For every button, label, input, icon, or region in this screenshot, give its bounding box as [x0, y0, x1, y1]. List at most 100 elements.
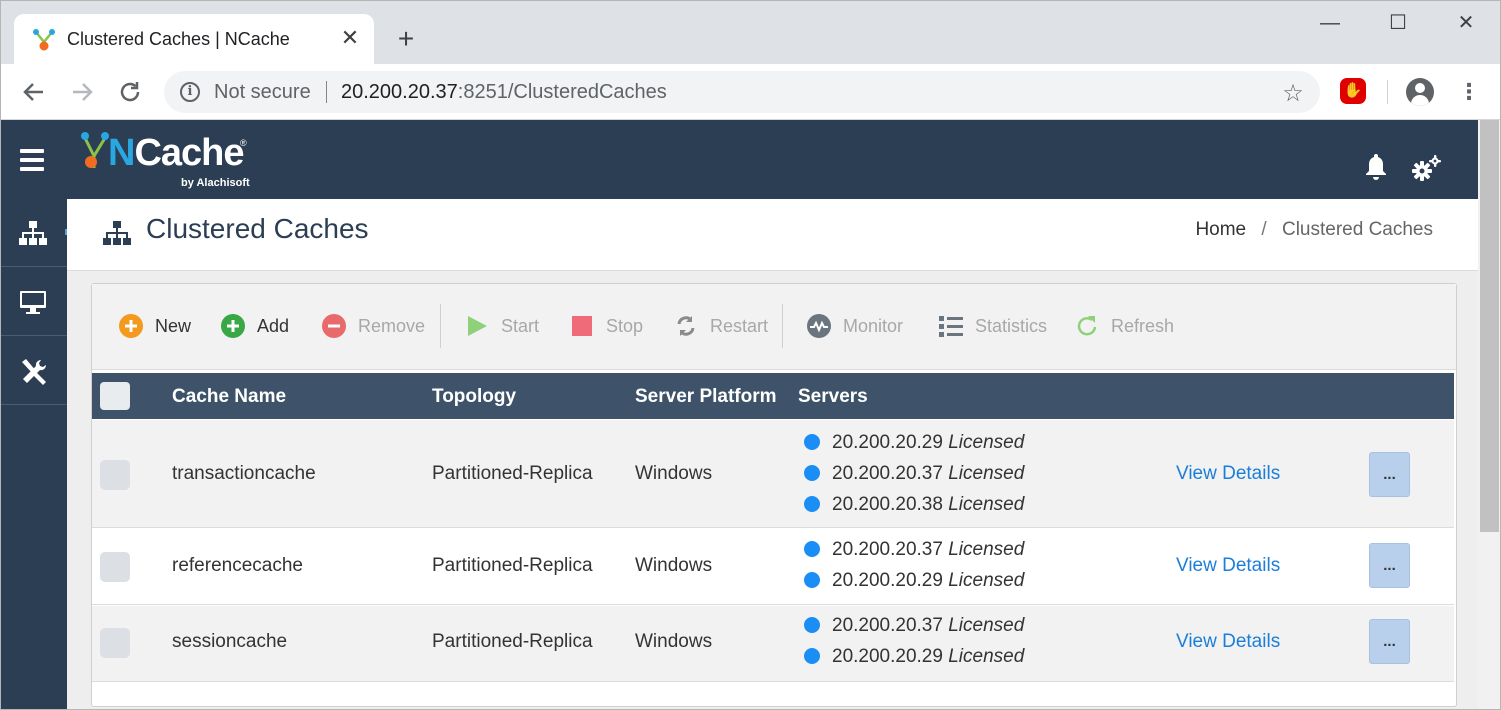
sidebar-item-tools[interactable]: [0, 337, 67, 405]
view-details-link[interactable]: View Details: [1176, 631, 1280, 653]
breadcrumb-home-link[interactable]: Home: [1195, 219, 1246, 240]
cache-name: transactioncache: [172, 463, 316, 484]
server-entry: 20.200.20.38 Licensed: [804, 494, 1024, 518]
browser-tabstrip: Clustered Caches | NCache ✕ + — ☐ ✕: [0, 0, 1501, 64]
start-button[interactable]: Start: [465, 313, 539, 339]
toolbar-divider: [1387, 80, 1388, 104]
profile-avatar-icon[interactable]: [1406, 78, 1434, 106]
view-details-link[interactable]: View Details: [1176, 463, 1280, 485]
ncache-favicon-icon: [33, 29, 55, 51]
sidebar-item-clustered-caches[interactable]: [0, 199, 69, 267]
row-checkbox[interactable]: [100, 552, 130, 582]
adblock-extension-icon[interactable]: ✋: [1340, 78, 1366, 104]
server-entry: 20.200.20.29 Licensed: [804, 646, 1024, 670]
url-path: :8251/ClusteredCaches: [457, 81, 667, 103]
plus-circle-icon: [119, 314, 143, 338]
statistics-button[interactable]: Statistics: [939, 313, 1047, 339]
reload-icon[interactable]: [116, 78, 144, 106]
restart-button[interactable]: Restart: [674, 313, 768, 339]
info-icon[interactable]: i: [180, 82, 200, 102]
server-entry: 20.200.20.37 Licensed: [804, 539, 1024, 563]
hamburger-menu-icon[interactable]: [20, 149, 44, 171]
view-details-link[interactable]: View Details: [1176, 555, 1280, 577]
breadcrumb-current: Clustered Caches: [1281, 219, 1433, 240]
select-all-checkbox[interactable]: [100, 382, 130, 410]
settings-gears-icon[interactable]: [1410, 152, 1442, 184]
column-header-topology[interactable]: Topology: [432, 386, 516, 408]
remove-button[interactable]: Remove: [322, 313, 425, 339]
page-scrollbar[interactable]: [1478, 120, 1501, 710]
stop-button[interactable]: Stop: [570, 313, 643, 339]
window-close-button[interactable]: ✕: [1446, 8, 1486, 38]
sidebar-item-monitor[interactable]: [0, 268, 67, 336]
logo-registered-mark: ®: [240, 138, 247, 148]
window-maximize-button[interactable]: ☐: [1378, 8, 1418, 38]
table-row[interactable]: referencecache Partitioned-Replica Windo…: [92, 529, 1454, 605]
bookmark-star-icon[interactable]: ☆: [1280, 79, 1306, 108]
plus-circle-icon: [221, 314, 245, 338]
toolbar-divider: [782, 304, 783, 348]
add-button-label: Add: [257, 315, 290, 336]
column-header-servers[interactable]: Servers: [798, 386, 868, 408]
desktop-monitor-icon: [20, 291, 46, 314]
refresh-button[interactable]: Refresh: [1075, 313, 1174, 339]
logo-subtitle: by Alachisoft: [181, 177, 250, 189]
statistics-button-label: Statistics: [975, 315, 1048, 336]
browser-menu-icon[interactable]: ⋮: [1458, 78, 1480, 106]
server-status-dot-icon: [804, 617, 820, 633]
minus-circle-icon: [322, 314, 346, 338]
restart-arrows-icon: [677, 316, 695, 336]
ncache-logo[interactable]: NCache ® by Alachisoft: [80, 130, 260, 192]
new-button[interactable]: New: [119, 313, 191, 339]
sitemap-icon: [19, 221, 47, 245]
tab-title: Clustered Caches | NCache: [67, 29, 290, 49]
address-bar[interactable]: i Not secure 20.200.20.37:8251/Clustered…: [164, 71, 1320, 113]
cache-topology: Partitioned-Replica: [432, 631, 593, 652]
back-arrow-icon[interactable]: [20, 78, 48, 106]
omnibox-divider: [326, 81, 327, 103]
refresh-icon: [1077, 316, 1097, 336]
cache-platform: Windows: [635, 463, 713, 484]
breadcrumb: Home / Clustered Caches: [1195, 219, 1433, 241]
url-text[interactable]: 20.200.20.37:8251/ClusteredCaches: [341, 81, 667, 104]
server-entry: 20.200.20.29 Licensed: [804, 570, 1024, 594]
more-options-button[interactable]: ...: [1369, 619, 1410, 664]
monitor-button[interactable]: Monitor: [807, 313, 903, 339]
column-header-server-platform[interactable]: Server Platform: [635, 386, 777, 408]
forward-arrow-icon[interactable]: [68, 78, 96, 106]
new-button-label: New: [155, 315, 192, 336]
column-header-cache-name[interactable]: Cache Name: [172, 386, 286, 408]
table-row[interactable]: transactioncache Partitioned-Replica Win…: [92, 420, 1454, 528]
url-host: 20.200.20.37: [341, 81, 458, 103]
main-content: Clustered Caches Home / Clustered Caches…: [67, 199, 1478, 710]
browser-tab[interactable]: Clustered Caches | NCache ✕: [14, 14, 374, 64]
row-checkbox[interactable]: [100, 460, 130, 490]
tools-icon: [22, 359, 47, 385]
stop-button-label: Stop: [606, 315, 644, 336]
caches-panel: New Add Remove Start Stop Restart Monito…: [91, 283, 1457, 707]
server-entry: 20.200.20.29 Licensed: [804, 432, 1024, 456]
page-title: Clustered Caches: [146, 213, 369, 244]
tab-close-icon[interactable]: ✕: [339, 26, 361, 50]
server-entry: 20.200.20.37 Licensed: [804, 463, 1024, 487]
more-options-button[interactable]: ...: [1369, 452, 1410, 497]
toolbar-divider: [440, 304, 441, 348]
cache-topology: Partitioned-Replica: [432, 555, 593, 576]
cache-platform: Windows: [635, 631, 713, 652]
action-toolbar: New Add Remove Start Stop Restart Monito…: [92, 284, 1456, 370]
play-icon: [468, 316, 487, 336]
app-header: NCache ® by Alachisoft: [0, 120, 1478, 199]
scrollbar-thumb[interactable]: [1480, 120, 1499, 532]
row-checkbox[interactable]: [100, 628, 130, 658]
server-status-dot-icon: [804, 648, 820, 664]
add-button[interactable]: Add: [221, 313, 289, 339]
server-status-dot-icon: [804, 541, 820, 557]
cache-topology: Partitioned-Replica: [432, 463, 593, 484]
notification-bell-icon[interactable]: [1364, 152, 1388, 182]
refresh-button-label: Refresh: [1111, 315, 1175, 336]
window-minimize-button[interactable]: —: [1310, 8, 1350, 38]
more-options-button[interactable]: ...: [1369, 543, 1410, 588]
server-status-dot-icon: [804, 434, 820, 450]
new-tab-button[interactable]: +: [392, 24, 420, 54]
table-row[interactable]: sessioncache Partitioned-Replica Windows…: [92, 606, 1454, 682]
